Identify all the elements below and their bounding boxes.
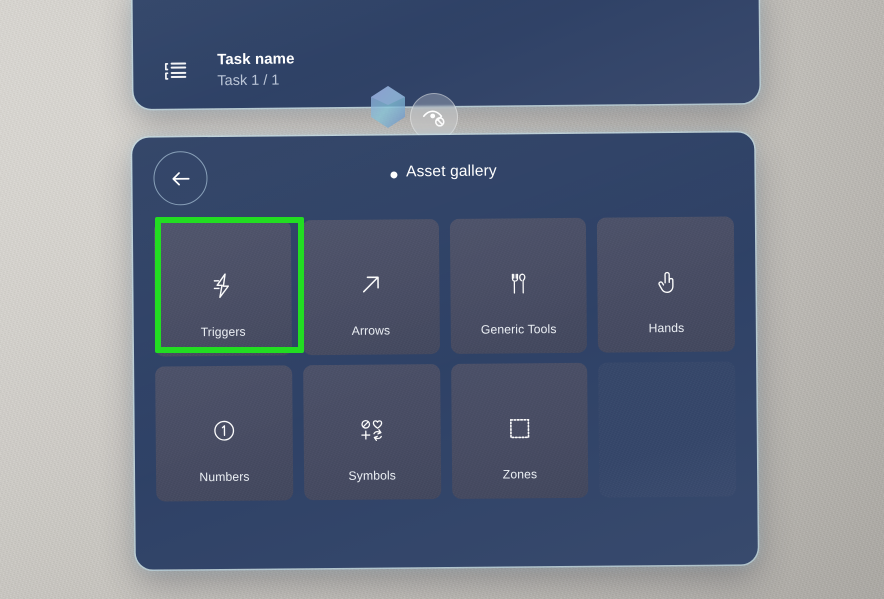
gallery-header: Asset gallery — [132, 132, 755, 221]
task-list-icon — [161, 57, 191, 87]
asset-tile-triggers[interactable]: Triggers — [153, 220, 292, 357]
arrow-up-right-icon — [302, 267, 439, 302]
symbols-grid-icon — [303, 412, 440, 447]
task-panel[interactable]: Task name Task 1 / 1 — [132, 0, 760, 110]
asset-tile-label: Symbols — [348, 468, 396, 483]
asset-gallery-panel: Asset gallery Triggers Arrows Generic To… — [132, 132, 758, 570]
asset-tile-generic-tools[interactable]: Generic Tools — [449, 217, 588, 354]
tools-icon — [450, 266, 587, 301]
dashed-square-icon — [451, 411, 588, 446]
asset-tile-empty — [598, 361, 737, 498]
asset-tile-label: Hands — [648, 320, 685, 336]
asset-tile-label: Triggers — [200, 324, 246, 340]
unsaved-indicator-dot — [390, 171, 398, 179]
asset-tile-numbers[interactable]: Numbers — [155, 365, 294, 502]
lightning-bolt-icon — [154, 268, 291, 303]
eye-off-button[interactable] — [410, 93, 458, 141]
asset-tile-label: Generic Tools — [480, 322, 557, 337]
asset-tile-zones[interactable]: Zones — [450, 362, 589, 499]
gallery-title-group: Asset gallery — [132, 160, 754, 183]
asset-tile-symbols[interactable]: Symbols — [302, 364, 441, 501]
asset-tile-label — [599, 479, 736, 480]
asset-tile-grid: Triggers Arrows Generic Tools Hands Numb… — [153, 216, 737, 502]
task-title: Task name — [217, 50, 295, 69]
eye-off-icon — [421, 104, 447, 130]
asset-tile-hands[interactable]: Hands — [597, 216, 736, 353]
asset-tile-label: Zones — [502, 467, 538, 482]
asset-tile-label: Numbers — [199, 469, 250, 485]
task-progress: Task 1 / 1 — [217, 73, 280, 90]
mixed-reality-scene: Task name Task 1 / 1 Asset gallery Trigg… — [0, 0, 884, 599]
asset-tile-label: Arrows — [351, 323, 391, 338]
asset-tile-arrows[interactable]: Arrows — [301, 219, 440, 356]
circled-one-icon — [156, 413, 293, 448]
task-text-block: Task name Task 1 / 1 — [217, 50, 295, 93]
task-panel-content: Task name Task 1 / 1 — [133, 45, 759, 93]
pointing-hand-icon — [598, 264, 735, 299]
page-title: Asset gallery — [406, 162, 497, 181]
